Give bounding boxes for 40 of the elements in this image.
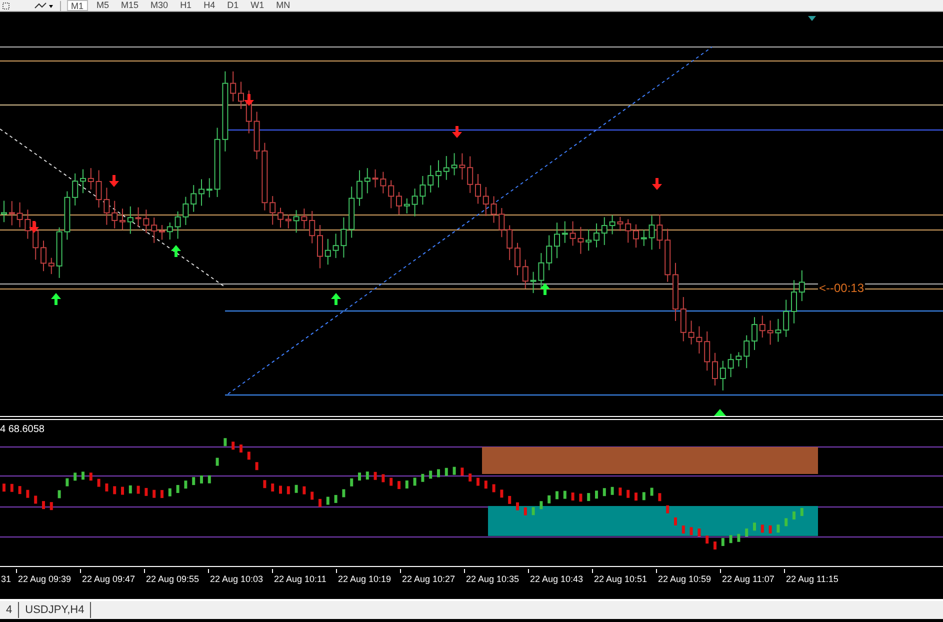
timeframe-button[interactable]: W1	[248, 0, 268, 11]
timeframe-button[interactable]: D1	[224, 0, 242, 11]
triangle-up-icon	[714, 409, 726, 416]
arrow-up-icon	[331, 293, 341, 305]
arrow-up-icon	[540, 283, 550, 295]
time-label: 22 Aug 10:03	[210, 573, 264, 586]
arrow-down-icon	[29, 221, 39, 233]
time-label: 22 Aug 09:55	[146, 573, 200, 586]
time-label: 22 Aug 10:27	[402, 573, 456, 586]
time-label: 22 Aug 09:47	[82, 573, 136, 586]
timeframe-button[interactable]: M5	[94, 0, 112, 11]
line-tool-icon[interactable]	[34, 2, 54, 10]
triangle-down-icon	[808, 16, 816, 21]
time-label: 22 Aug 10:43	[530, 573, 584, 586]
arrow-down-icon	[452, 126, 462, 138]
time-label: 22 Aug 10:59	[658, 573, 712, 586]
time-label: 22 Aug 10:19	[338, 573, 392, 586]
time-label: 22 Aug 09:39	[18, 573, 72, 586]
tool-icon[interactable]	[2, 2, 10, 10]
chart-tab[interactable]: USDJPY,H4	[19, 602, 92, 618]
chart-tab[interactable]: 4	[0, 602, 20, 618]
timeframe-button[interactable]: M15	[118, 0, 142, 11]
time-label: 31	[1, 573, 12, 586]
time-label: 22 Aug 11:07	[722, 573, 774, 586]
time-label: 22 Aug 10:35	[466, 573, 520, 586]
timeframe-button[interactable]: H4	[200, 0, 218, 11]
timeframe-button[interactable]: M1	[67, 0, 88, 11]
arrow-down-icon	[244, 94, 254, 106]
countdown-timer: <--00:13	[818, 282, 866, 295]
indicator-value: 4 68.6058	[0, 423, 44, 437]
time-label: 22 Aug 10:51	[594, 573, 648, 586]
time-label: 22 Aug 11:15	[786, 573, 838, 586]
arrow-down-icon	[109, 175, 119, 187]
time-label: 22 Aug 10:11	[274, 573, 326, 586]
arrow-up-icon	[171, 245, 181, 257]
timeframe-button[interactable]: M30	[148, 0, 172, 11]
arrow-down-icon	[652, 178, 662, 190]
timeframe-button[interactable]: MN	[273, 0, 294, 11]
arrow-up-icon	[51, 293, 61, 305]
timeframe-button[interactable]: H1	[177, 0, 195, 11]
